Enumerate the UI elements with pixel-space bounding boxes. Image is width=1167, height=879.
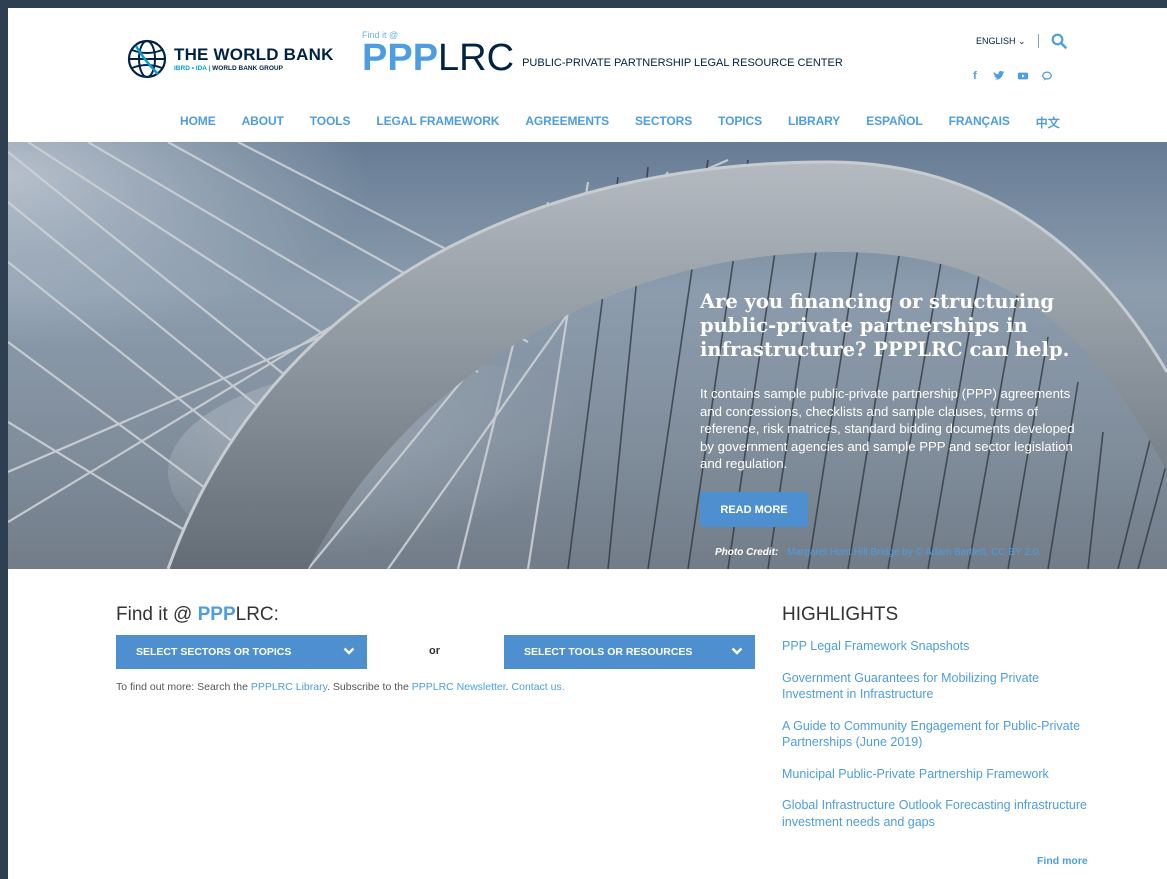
highlights-list: PPP Legal Framework Snapshots Government…: [782, 638, 1092, 845]
nav-home[interactable]: HOME: [180, 114, 216, 131]
chevron-down-icon: ⌄: [1018, 35, 1026, 46]
newsletter-link[interactable]: PPPLRC Newsletter: [412, 681, 506, 693]
nav-about[interactable]: ABOUT: [242, 114, 284, 131]
nav-agreements[interactable]: AGREEMENTS: [525, 114, 609, 131]
brand-full-name: PUBLIC-PRIVATE PARTNERSHIP LEGAL RESOURC…: [522, 57, 843, 69]
chevron-down-icon: [343, 647, 355, 655]
page: THE WORLD BANK IBRD • IDA | WORLD BANK G…: [8, 8, 1167, 879]
highlight-link[interactable]: PPP Legal Framework Snapshots: [782, 638, 1092, 655]
find-more-link[interactable]: Find more: [1037, 855, 1088, 867]
nav-chinese[interactable]: 中文: [1036, 114, 1060, 131]
nav-sectors[interactable]: SECTORS: [635, 114, 692, 131]
nav-francais[interactable]: FRANÇAIS: [949, 114, 1010, 131]
divider: [1037, 34, 1039, 48]
sectors-topics-label: SELECT SECTORS OR TOPICS: [136, 646, 292, 658]
nav-topics[interactable]: TOPICS: [718, 114, 762, 131]
library-link[interactable]: PPPLRC Library: [251, 681, 327, 693]
or-separator: or: [429, 645, 440, 657]
nav-legal-framework[interactable]: LEGAL FRAMEWORK: [376, 114, 499, 131]
tools-resources-label: SELECT TOOLS OR RESOURCES: [524, 646, 693, 658]
highlight-link[interactable]: Government Guarantees for Mobilizing Pri…: [782, 670, 1092, 703]
find-out-more: To find out more: Search the PPPLRC Libr…: [116, 681, 565, 693]
main-nav: HOME ABOUT TOOLS LEGAL FRAMEWORK AGREEME…: [180, 114, 1086, 131]
photo-credit-label: Photo Credit:: [715, 547, 779, 558]
site-header: THE WORLD BANK IBRD • IDA | WORLD BANK G…: [8, 8, 1167, 142]
highlight-link[interactable]: Global Infrastructure Outlook Forecastin…: [782, 797, 1092, 830]
hero-headline: Are you financing or structuring public-…: [700, 290, 1070, 361]
twitter-icon[interactable]: [992, 69, 1006, 83]
tools-resources-select[interactable]: SELECT TOOLS OR RESOURCES: [504, 635, 755, 669]
read-more-button[interactable]: READ MORE: [700, 492, 808, 527]
photo-credit: Photo Credit: Margaret Hunt Hill Bridge …: [715, 547, 1041, 558]
nav-library[interactable]: LIBRARY: [788, 114, 840, 131]
facebook-icon[interactable]: f: [968, 69, 982, 83]
chat-icon[interactable]: [1040, 69, 1054, 83]
globe-icon: [127, 39, 167, 79]
nav-tools[interactable]: TOOLS: [310, 114, 351, 131]
language-selector[interactable]: ENGLISH ⌄: [976, 36, 1026, 47]
sectors-topics-select[interactable]: SELECT SECTORS OR TOPICS: [116, 635, 367, 669]
brand-ppp: PPP: [362, 37, 439, 79]
highlights-heading: HIGHLIGHTS: [782, 604, 899, 625]
search-icon[interactable]: [1051, 33, 1067, 49]
contact-link[interactable]: Contact us.: [512, 681, 565, 693]
nav-espanol[interactable]: ESPAÑOL: [866, 114, 923, 131]
social-links: f: [968, 69, 1054, 83]
world-bank-subtitle: IBRD • IDA | WORLD BANK GROUP: [174, 64, 283, 72]
world-bank-title: THE WORLD BANK: [174, 44, 334, 64]
highlight-link[interactable]: Municipal Public-Private Partnership Fra…: [782, 766, 1092, 783]
brand-lrc: LRC: [438, 37, 515, 79]
chevron-down-icon: [731, 647, 743, 655]
world-bank-logo[interactable]: THE WORLD BANK IBRD • IDA | WORLD BANK G…: [126, 38, 334, 80]
hero-description: It contains sample public-private partne…: [700, 386, 1075, 471]
language-bar: ENGLISH ⌄: [976, 33, 1067, 49]
hero-banner: Are you financing or structuring public-…: [8, 142, 1167, 569]
findit-heading: Find it @ PPPLRC:: [116, 604, 279, 625]
youtube-icon[interactable]: [1016, 69, 1030, 83]
highlight-link[interactable]: A Guide to Community Engagement for Publ…: [782, 718, 1092, 751]
photo-credit-link[interactable]: Margaret Hunt Hill Bridge by © Adam Bart…: [787, 547, 1041, 558]
ppplrc-brand[interactable]: Find it @ PPP LRC PUBLIC-PRIVATE PARTNER…: [362, 30, 843, 78]
